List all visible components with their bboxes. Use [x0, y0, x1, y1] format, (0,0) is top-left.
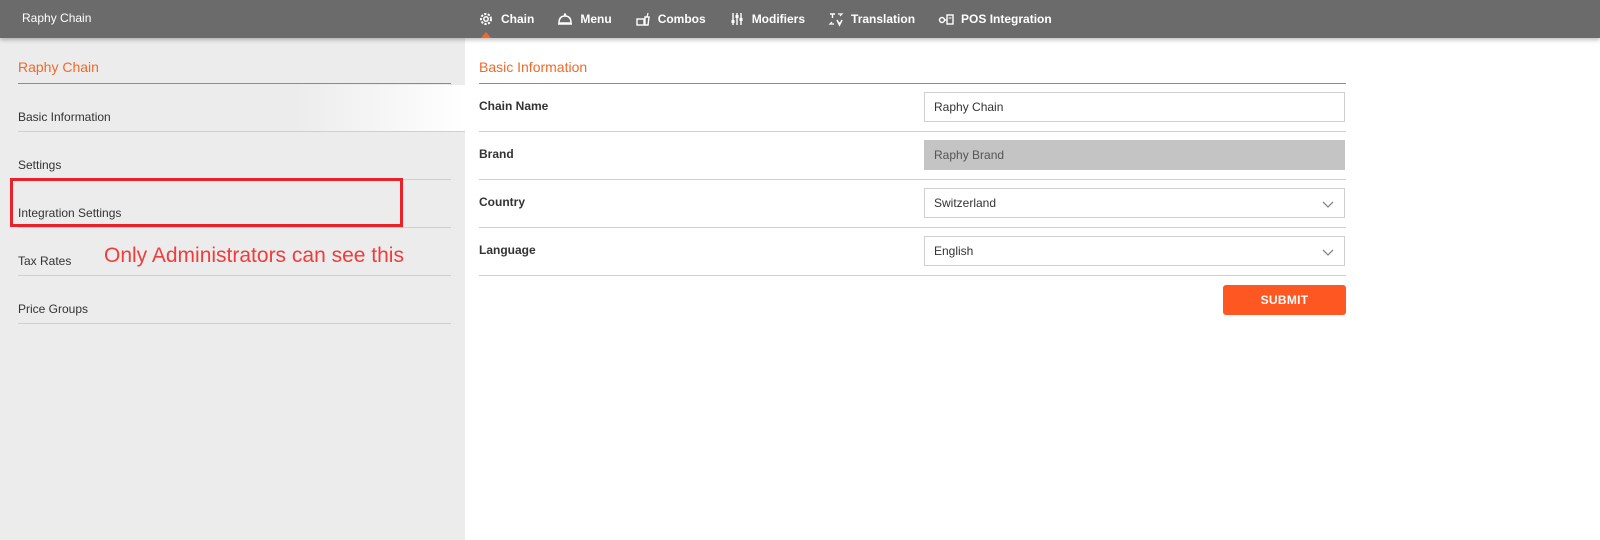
sliders-icon: [731, 13, 743, 25]
sidebar-item-label: Settings: [18, 158, 62, 172]
form-row-brand: Brand Raphy Brand: [479, 132, 1346, 180]
nav-menu-label: Menu: [580, 12, 612, 26]
nav-combos-label: Combos: [657, 12, 706, 26]
nav-pos-integration[interactable]: POS Integration: [938, 0, 1052, 38]
sidebar-item-settings[interactable]: Settings: [18, 133, 451, 180]
chevron-down-icon: [1322, 249, 1334, 256]
form-row-country: Country Switzerland: [479, 180, 1346, 228]
chain-name-label: Chain Name: [479, 99, 549, 113]
brand-field-disabled: Raphy Brand: [924, 140, 1345, 170]
pos-icon: [938, 14, 954, 25]
sidebar-item-price-groups[interactable]: Price Groups: [18, 277, 451, 324]
brand-label: Brand: [479, 147, 514, 161]
sidebar-item-label: Basic Information: [18, 110, 111, 124]
nav-chain-label: Chain: [501, 12, 535, 26]
language-value: English: [934, 244, 974, 258]
annotation-text: Only Administrators can see this: [104, 244, 404, 267]
sidebar-title: Raphy Chain: [18, 59, 451, 84]
sidebar-item-label: Tax Rates: [18, 254, 72, 268]
country-value: Switzerland: [934, 196, 997, 210]
combo-icon: [635, 12, 650, 26]
sidebar-item-label: Price Groups: [18, 302, 89, 316]
country-select[interactable]: Switzerland: [924, 188, 1345, 218]
cloche-icon: [558, 13, 573, 25]
top-bar: Raphy Chain Chain Menu Combos Modifiers …: [0, 0, 1600, 38]
gear-icon: [480, 13, 492, 25]
form-row-chain-name: Chain Name: [479, 84, 1346, 132]
app-title: Raphy Chain: [22, 11, 92, 25]
submit-button[interactable]: SUBMIT: [1223, 285, 1346, 315]
nav-translation-label: Translation: [851, 12, 916, 26]
language-label: Language: [479, 243, 536, 257]
nav-modifiers[interactable]: Modifiers: [729, 0, 805, 38]
brand-value: Raphy Brand: [934, 148, 1005, 162]
translate-icon: [828, 13, 844, 27]
annotation-highlight-box: [10, 178, 403, 227]
nav-chain[interactable]: Chain: [478, 0, 534, 38]
nav-modifiers-label: Modifiers: [751, 12, 806, 26]
nav-pos-integration-label: POS Integration: [961, 12, 1052, 26]
chain-name-input[interactable]: [924, 92, 1345, 122]
page-title: Basic Information: [479, 59, 1346, 84]
main-nav: Chain Menu Combos Modifiers Translation …: [478, 0, 1075, 38]
country-label: Country: [479, 195, 525, 209]
form-row-language: Language English: [479, 228, 1346, 276]
nav-translation[interactable]: Translation: [828, 0, 915, 38]
sidebar: Raphy Chain Basic Information Settings I…: [0, 38, 465, 540]
language-select[interactable]: English: [924, 236, 1345, 266]
nav-menu[interactable]: Menu: [557, 0, 612, 38]
chevron-down-icon: [1322, 201, 1334, 208]
sidebar-item-basic-information[interactable]: Basic Information: [18, 85, 465, 132]
nav-combos[interactable]: Combos: [635, 0, 706, 38]
